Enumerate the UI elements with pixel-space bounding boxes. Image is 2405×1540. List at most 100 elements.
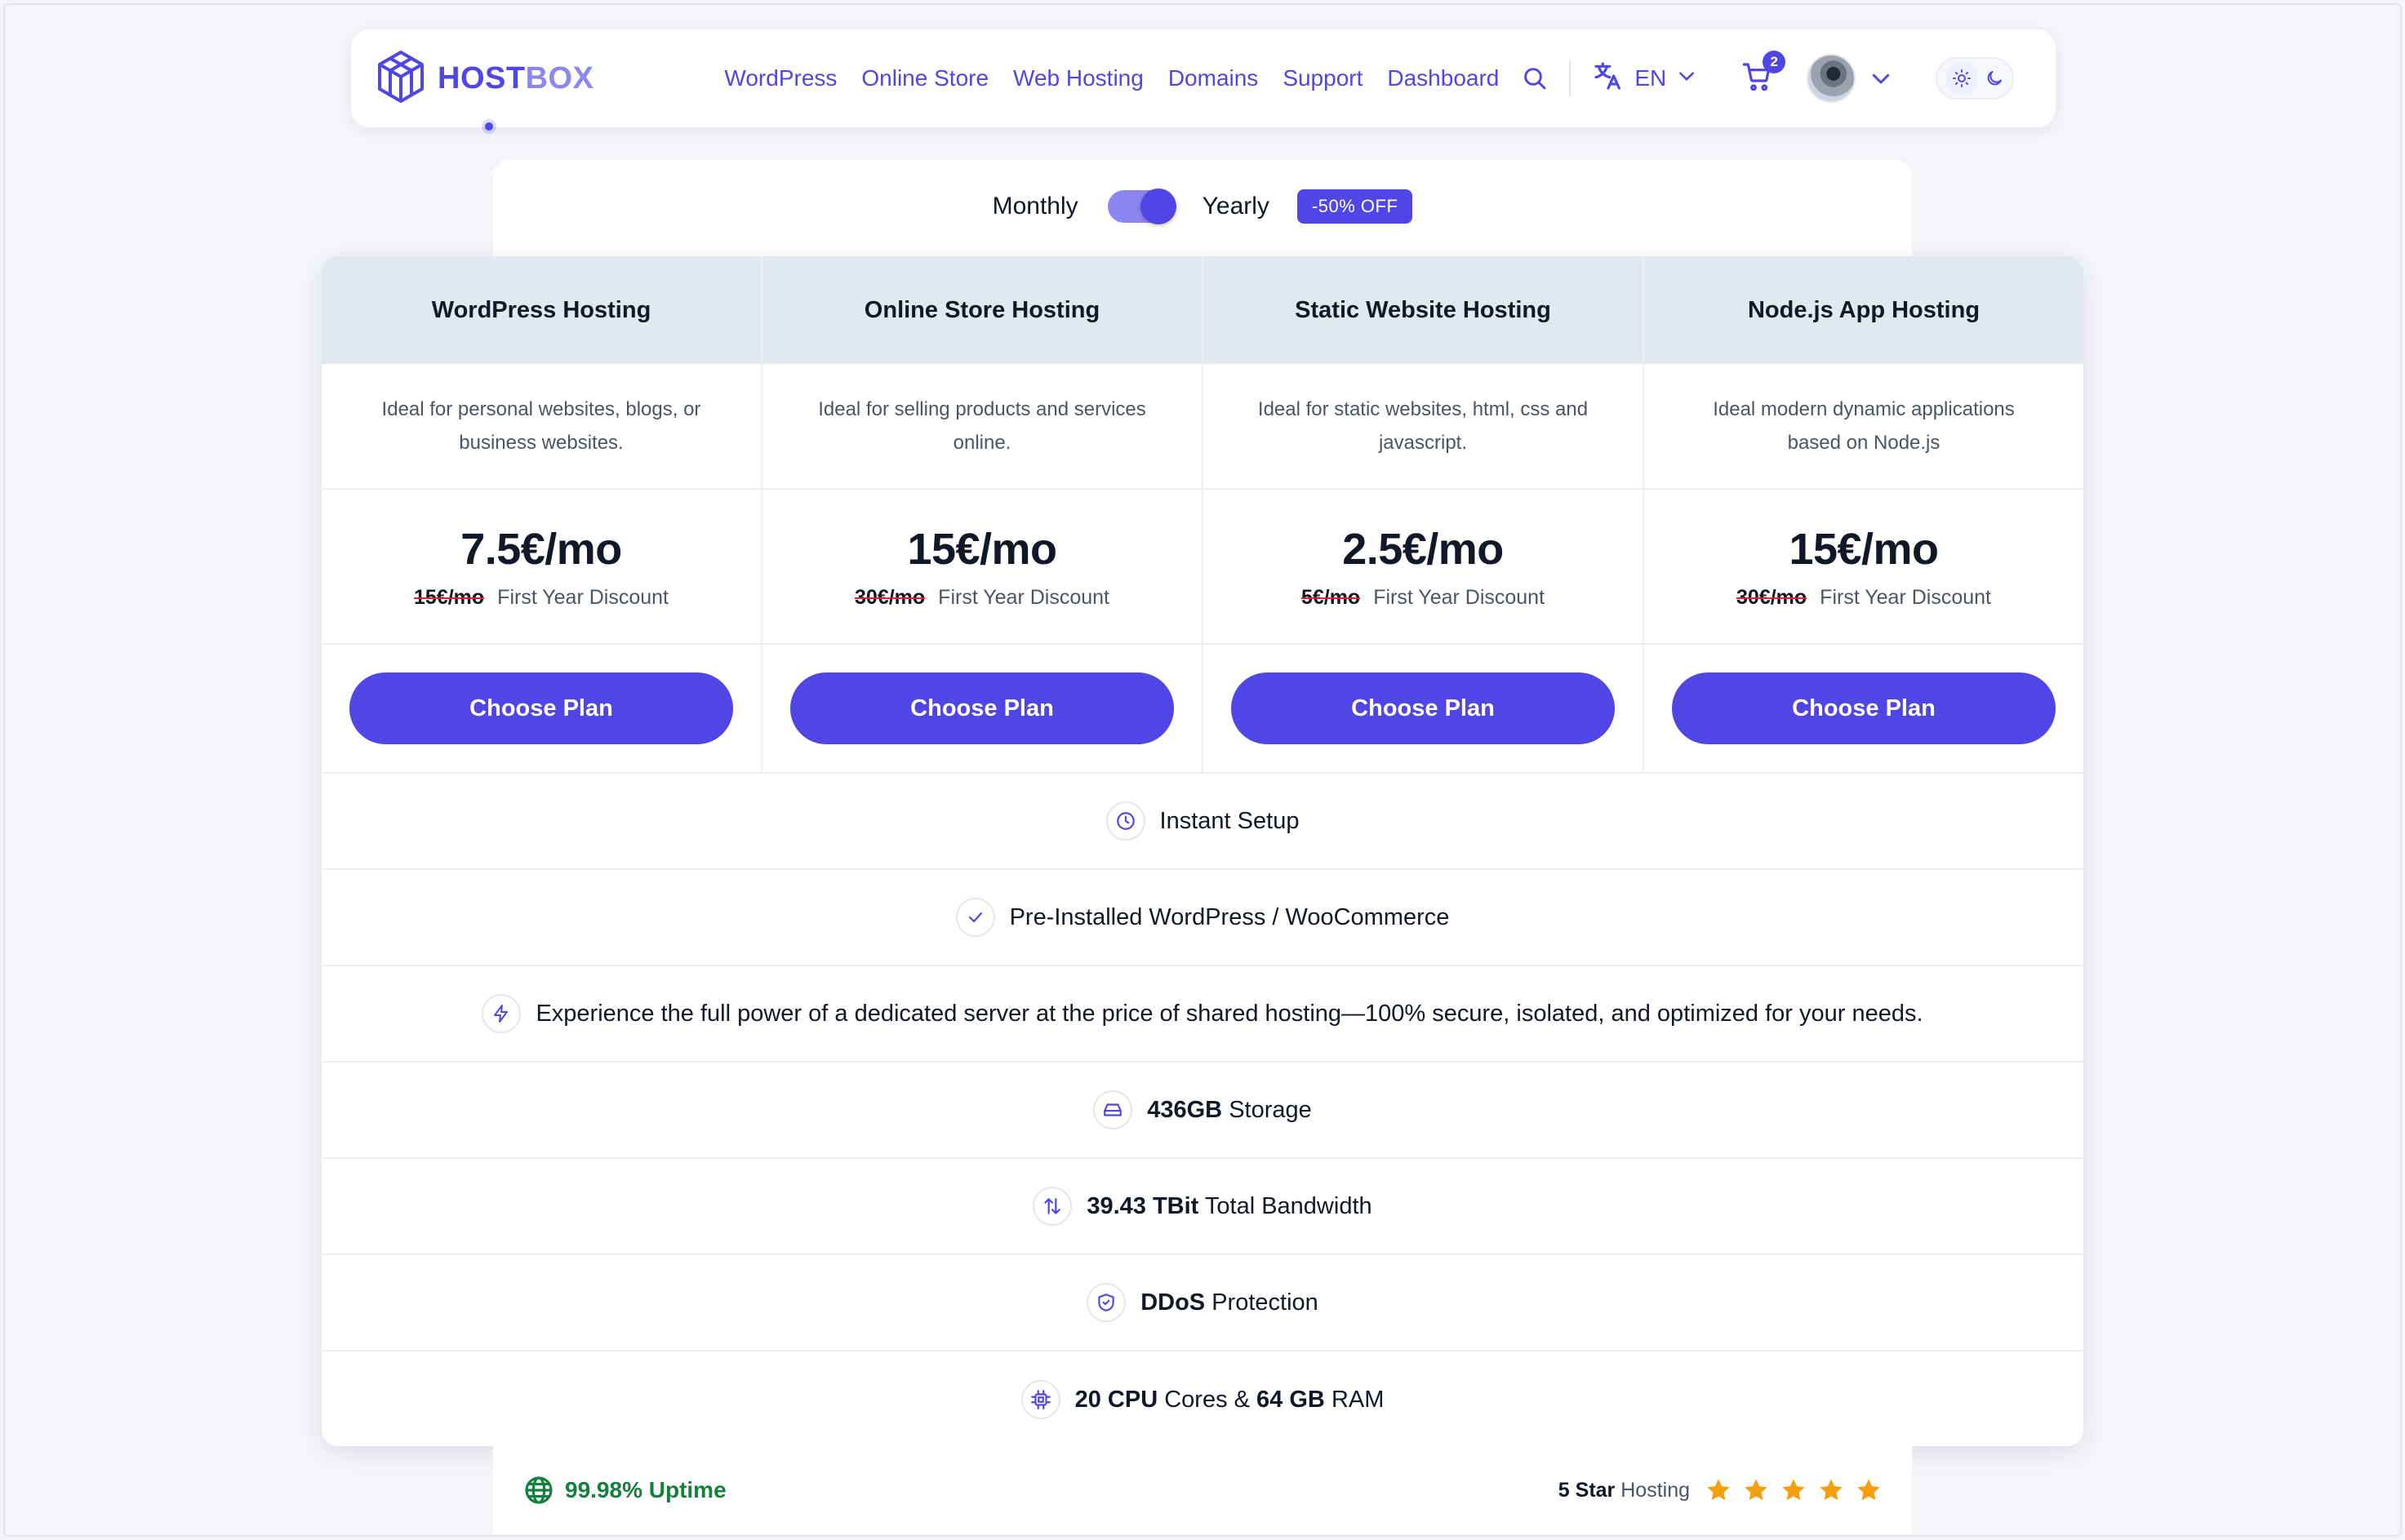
sun-icon <box>1945 62 1979 95</box>
feature-text: 436GB Storage <box>1147 1097 1312 1124</box>
ddos-value: DDoS <box>1140 1289 1206 1316</box>
check-icon <box>955 898 995 937</box>
plan-title: WordPress Hosting <box>322 256 761 364</box>
shield-check-icon <box>1087 1283 1127 1322</box>
plan-discount-line: 5€/mo First Year Discount <box>1301 586 1545 610</box>
uptime-indicator: 99.98% Uptime <box>522 1474 727 1507</box>
plan-old-price: 15€/mo <box>414 585 485 609</box>
feature-row-cpu-ram: 20 CPU Cores & 64 GB RAM <box>322 1351 2083 1446</box>
lightning-icon <box>482 994 522 1033</box>
plan-pricing: 15€/mo 30€/mo First Year Discount <box>1644 490 2083 645</box>
plan-cta-cell: Choose Plan <box>762 645 1202 772</box>
nav-link-domains[interactable]: Domains <box>1168 65 1258 91</box>
choose-plan-button[interactable]: Choose Plan <box>1231 672 1615 744</box>
plan-columns: WordPress Hosting Ideal for personal web… <box>322 256 2083 772</box>
monthly-label[interactable]: Monthly <box>993 193 1078 220</box>
search-icon[interactable] <box>1522 65 1548 91</box>
choose-plan-button[interactable]: Choose Plan <box>1672 672 2056 744</box>
feature-row-instant-setup: Instant Setup <box>322 774 2083 870</box>
plan-description: Ideal modern dynamic applications based … <box>1644 364 2083 490</box>
feature-text: Pre-Installed WordPress / WooCommerce <box>1009 903 1450 930</box>
chevron-down-icon[interactable] <box>1869 66 1893 91</box>
star-rating <box>1705 1476 1883 1504</box>
theme-toggle[interactable] <box>1936 57 2015 100</box>
bandwidth-label: Total Bandwidth <box>1204 1192 1372 1219</box>
bandwidth-value: 39.43 TBit <box>1087 1192 1199 1219</box>
main-nav: WordPress Online Store Web Hosting Domai… <box>724 65 1499 91</box>
language-code: EN <box>1634 65 1667 91</box>
star-icon <box>1742 1476 1770 1504</box>
feature-row-bandwidth: 39.43 TBit Total Bandwidth <box>322 1159 2083 1255</box>
choose-plan-button[interactable]: Choose Plan <box>349 672 733 744</box>
language-selector[interactable]: EN <box>1592 60 1697 98</box>
cpu-value: 20 CPU <box>1074 1386 1158 1413</box>
plan-title: Online Store Hosting <box>762 256 1202 364</box>
cart-button[interactable]: 2 <box>1741 50 1786 97</box>
plan-title: Static Website Hosting <box>1203 256 1643 364</box>
nav-divider <box>1569 60 1571 96</box>
nav-actions: EN 2 <box>1522 50 2015 103</box>
storage-value: 436GB <box>1147 1096 1223 1123</box>
rating-text: 5 Star Hosting <box>1558 1479 1690 1502</box>
plan-discount-note: First Year Discount <box>1820 585 1991 609</box>
ram-label: RAM <box>1331 1386 1385 1413</box>
cpu-label: Cores & <box>1164 1386 1250 1413</box>
top-navbar: HOSTBOX WordPress Online Store Web Hosti… <box>351 29 2056 131</box>
brand-name: HOSTBOX <box>438 61 593 96</box>
plan-column-online-store: Online Store Hosting Ideal for selling p… <box>762 256 1203 772</box>
plan-price: 15€/mo <box>1789 524 1939 574</box>
choose-plan-button[interactable]: Choose Plan <box>790 672 1174 744</box>
discount-badge: -50% OFF <box>1296 189 1413 224</box>
rating-value: 5 Star <box>1558 1478 1616 1502</box>
nav-link-online-store[interactable]: Online Store <box>861 65 989 91</box>
pricing-table: WordPress Hosting Ideal for personal web… <box>322 256 2083 1446</box>
billing-period-switch[interactable] <box>1107 189 1176 224</box>
feature-row-preinstalled: Pre-Installed WordPress / WooCommerce <box>322 870 2083 966</box>
feature-text: Experience the full power of a dedicated… <box>536 1000 1923 1027</box>
plan-old-price: 30€/mo <box>855 585 926 609</box>
switch-knob <box>1140 189 1176 224</box>
plan-pricing: 15€/mo 30€/mo First Year Discount <box>762 490 1202 645</box>
star-icon <box>1855 1476 1883 1504</box>
plan-discount-line: 15€/mo First Year Discount <box>414 586 669 610</box>
plan-discount-note: First Year Discount <box>938 585 1109 609</box>
yearly-label[interactable]: Yearly <box>1202 193 1269 220</box>
nav-link-support[interactable]: Support <box>1283 65 1363 91</box>
plan-discount-note: First Year Discount <box>1373 585 1545 609</box>
star-icon <box>1780 1476 1807 1504</box>
brand-logo[interactable]: HOSTBOX <box>377 50 593 108</box>
plan-cta-cell: Choose Plan <box>1203 645 1643 772</box>
hard-drive-icon <box>1093 1090 1133 1129</box>
chevron-down-icon <box>1676 65 1697 92</box>
plan-title: Node.js App Hosting <box>1644 256 2083 364</box>
nav-link-web-hosting[interactable]: Web Hosting <box>1013 65 1144 91</box>
cpu-chip-icon <box>1020 1380 1060 1419</box>
feature-text: Instant Setup <box>1159 807 1300 834</box>
uptime-text: 99.98% Uptime <box>565 1477 727 1502</box>
nav-link-wordpress[interactable]: WordPress <box>724 65 837 91</box>
feature-row-dedicated-power: Experience the full power of a dedicated… <box>322 966 2083 1063</box>
plan-cta-cell: Choose Plan <box>1644 645 2083 772</box>
plan-column-wordpress: WordPress Hosting Ideal for personal web… <box>322 256 762 772</box>
user-avatar[interactable] <box>1807 54 1856 103</box>
feature-text: DDoS Protection <box>1140 1289 1318 1316</box>
star-icon <box>1705 1476 1732 1504</box>
rating-indicator: 5 Star Hosting <box>1558 1476 1883 1504</box>
star-icon <box>1817 1476 1845 1504</box>
plan-discount-note: First Year Discount <box>497 585 669 609</box>
translate-icon <box>1592 60 1625 98</box>
rating-label: Hosting <box>1620 1478 1690 1502</box>
arrows-up-down-icon <box>1033 1187 1073 1226</box>
globe-icon <box>522 1474 555 1507</box>
feature-text: 39.43 TBit Total Bandwidth <box>1087 1193 1371 1220</box>
nav-link-dashboard[interactable]: Dashboard <box>1387 65 1499 91</box>
cart-count-badge: 2 <box>1763 50 1786 73</box>
plan-pricing: 2.5€/mo 5€/mo First Year Discount <box>1203 490 1643 645</box>
plan-column-nodejs: Node.js App Hosting Ideal modern dynamic… <box>1644 256 2083 772</box>
plan-discount-line: 30€/mo First Year Discount <box>1736 586 1991 610</box>
cube-logo-icon <box>377 50 425 108</box>
moon-icon <box>1985 69 2004 88</box>
feature-row-storage: 436GB Storage <box>322 1063 2083 1159</box>
feature-row-ddos: DDoS Protection <box>322 1255 2083 1351</box>
feature-text: 20 CPU Cores & 64 GB RAM <box>1075 1387 1385 1414</box>
